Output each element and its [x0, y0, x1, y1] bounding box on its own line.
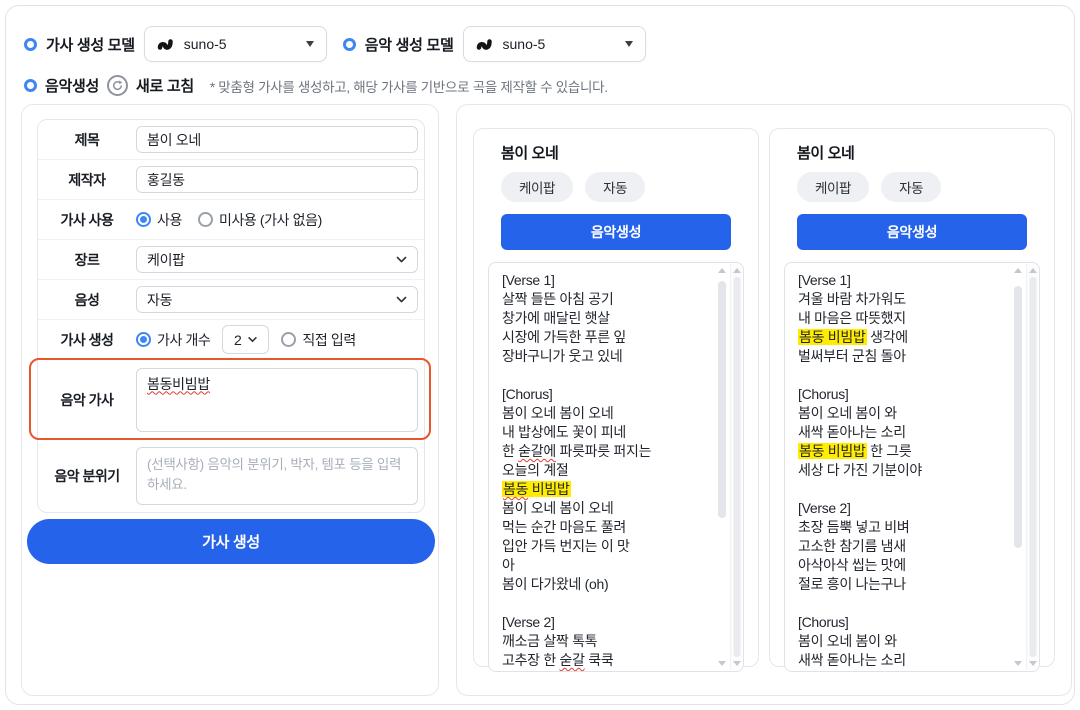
refresh-label[interactable]: 새로 고침: [136, 75, 194, 96]
lyrics-use-on-label[interactable]: 사용: [157, 210, 182, 230]
music-mood-placeholder: (선택사항) 음악의 분위기, 박자, 템포 등을 입력하세요.: [147, 457, 401, 492]
chevron-down-icon: [395, 293, 408, 306]
form-row-lyrics-gen: 가사 생성 가사 개수 2 직접 입력: [38, 320, 424, 360]
inner-scrollbar[interactable]: [716, 264, 728, 670]
song-form-table: 제목 제작자 가사 사용 사용 미사용 (가사 없음) 장르: [37, 119, 425, 513]
lyrics-count-value: 2: [234, 332, 242, 348]
lyrics-count-radio[interactable]: [136, 332, 151, 347]
form-row-lyrics-use: 가사 사용 사용 미사용 (가사 없음): [38, 200, 424, 240]
lyrics-text: [Verse 1]겨울 바람 차가워도내 마음은 따뜻했지봄동 비빔밥 생각에벌…: [785, 263, 1039, 670]
direct-input-radio[interactable]: [281, 332, 296, 347]
music-lyrics-textarea[interactable]: 봄동비빔밥: [136, 368, 418, 432]
scroll-down-icon[interactable]: [733, 661, 741, 666]
song-form-panel: 제목 제작자 가사 사용 사용 미사용 (가사 없음) 장르: [21, 104, 439, 696]
scroll-up-icon[interactable]: [1014, 268, 1022, 273]
suno-logo-icon: [476, 37, 494, 52]
lyrics-use-on-radio[interactable]: [136, 212, 151, 227]
lyrics-use-off-radio[interactable]: [198, 212, 213, 227]
lyrics-box[interactable]: [Verse 1]살짝 들뜬 아침 공기창가에 매달린 햇살시장에 가득한 푸른…: [488, 262, 744, 672]
voice-value: 자동: [147, 290, 172, 310]
form-row-creator: 제작자: [38, 160, 424, 200]
form-row-music-mood: 음악 분위기 (선택사항) 음악의 분위기, 박자, 템포 등을 입력하세요.: [38, 440, 424, 512]
direct-input-label[interactable]: 직접 입력: [302, 330, 355, 350]
music-lyrics-label: 음악 가사: [38, 390, 136, 410]
form-row-genre: 장르 케이팝: [38, 240, 424, 280]
caret-down-icon: [306, 41, 314, 47]
scrollbar-thumb[interactable]: [1014, 286, 1022, 548]
suno-logo-icon: [157, 37, 175, 52]
inner-scrollbar[interactable]: [1012, 264, 1024, 670]
genre-select[interactable]: 케이팝: [136, 246, 418, 273]
outer-scrollbar[interactable]: [1026, 264, 1038, 670]
lyrics-use-label: 가사 사용: [38, 210, 136, 230]
lyrics-gen-label: 가사 생성: [38, 330, 136, 350]
lyrics-model-label: 가사 생성 모델: [46, 34, 135, 55]
creator-label: 제작자: [38, 170, 136, 190]
chevron-down-icon: [395, 253, 408, 266]
lyrics-use-off-label[interactable]: 미사용 (가사 없음): [219, 210, 322, 230]
voice-chip[interactable]: 자동: [881, 172, 941, 202]
song-title: 봄이 오네: [797, 142, 1027, 163]
scroll-down-icon[interactable]: [1014, 661, 1022, 666]
music-model-option: 음악 생성 모델 suno-5: [343, 26, 646, 62]
lyrics-box[interactable]: [Verse 1]겨울 바람 차가워도내 마음은 따뜻했지봄동 비빔밥 생각에벌…: [784, 262, 1040, 672]
form-row-music-lyrics: 음악 가사 봄동비빔밥: [38, 360, 424, 440]
caret-down-icon: [625, 41, 633, 47]
lyrics-text: [Verse 1]살짝 들뜬 아침 공기창가에 매달린 햇살시장에 가득한 푸른…: [489, 263, 743, 670]
music-generation-page: 가사 생성 모델 suno-5 음악 생성 모델 suno-5: [5, 5, 1075, 705]
scroll-up-icon[interactable]: [1029, 268, 1037, 273]
music-mood-label: 음악 분위기: [38, 466, 136, 486]
genre-chip[interactable]: 케이팝: [501, 172, 573, 202]
voice-select[interactable]: 자동: [136, 286, 418, 313]
lyrics-model-select[interactable]: suno-5: [144, 26, 327, 62]
music-mood-textarea[interactable]: (선택사항) 음악의 분위기, 박자, 템포 등을 입력하세요.: [136, 447, 418, 505]
lyrics-model-option: 가사 생성 모델 suno-5: [24, 26, 327, 62]
genre-label: 장르: [38, 250, 136, 270]
music-lyrics-value: 봄동비빔밥: [147, 376, 210, 392]
scroll-up-icon[interactable]: [718, 268, 726, 273]
music-model-radio[interactable]: [343, 38, 356, 51]
help-note: * 맞춤형 가사를 생성하고, 해당 가사를 기반으로 곡을 제작할 수 있습니…: [210, 76, 608, 96]
scrollbar-thumb[interactable]: [718, 281, 726, 518]
model-selection-bar: 가사 생성 모델 suno-5 음악 생성 모델 suno-5: [24, 26, 1056, 96]
refresh-icon[interactable]: [107, 75, 128, 96]
creator-input[interactable]: [136, 166, 418, 193]
generate-music-button[interactable]: 음악생성: [501, 214, 731, 250]
scrollbar-thumb[interactable]: [1029, 277, 1036, 657]
lyrics-model-value: suno-5: [184, 36, 227, 52]
lyrics-model-radio[interactable]: [24, 38, 37, 51]
title-input[interactable]: [136, 126, 418, 153]
form-row-title: 제목: [38, 120, 424, 160]
lyrics-count-select[interactable]: 2: [222, 325, 269, 354]
music-model-select[interactable]: suno-5: [463, 26, 646, 62]
music-generation-radio[interactable]: [24, 79, 37, 92]
song-card-1: 봄이 오네 케이팝 자동 음악생성 [Verse 1]살짝 들뜬 아침 공기창가…: [473, 128, 759, 667]
voice-chip[interactable]: 자동: [585, 172, 645, 202]
genre-chip[interactable]: 케이팝: [797, 172, 869, 202]
scrollbar-thumb[interactable]: [733, 277, 740, 657]
results-panel: 봄이 오네 케이팝 자동 음악생성 [Verse 1]살짝 들뜬 아침 공기창가…: [456, 104, 1072, 696]
generate-lyrics-button[interactable]: 가사 생성: [27, 519, 435, 564]
outer-scrollbar[interactable]: [730, 264, 742, 670]
music-generation-label: 음악생성: [45, 75, 99, 96]
music-model-label: 음악 생성 모델: [365, 34, 454, 55]
generate-music-button[interactable]: 음악생성: [797, 214, 1027, 250]
scroll-down-icon[interactable]: [1029, 661, 1037, 666]
form-row-voice: 음성 자동: [38, 280, 424, 320]
title-label: 제목: [38, 130, 136, 150]
song-title: 봄이 오네: [501, 142, 731, 163]
chevron-down-icon: [247, 334, 258, 345]
music-model-value: suno-5: [503, 36, 546, 52]
scroll-up-icon[interactable]: [733, 268, 741, 273]
voice-label: 음성: [38, 290, 136, 310]
genre-value: 케이팝: [147, 250, 185, 270]
song-card-2: 봄이 오네 케이팝 자동 음악생성 [Verse 1]겨울 바람 차가워도내 마…: [769, 128, 1055, 667]
lyrics-count-label[interactable]: 가사 개수: [157, 330, 210, 350]
scroll-down-icon[interactable]: [718, 661, 726, 666]
